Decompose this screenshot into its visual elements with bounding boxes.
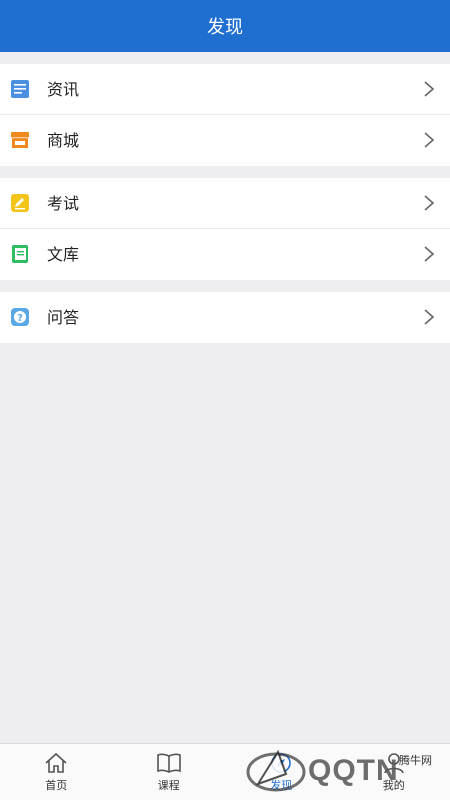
tab-label: 发现: [270, 779, 293, 792]
menu-group-2: 考试 文库: [0, 178, 450, 280]
chevron-right-icon: [424, 309, 435, 325]
menu-group-3: ? 问答: [0, 292, 450, 343]
user-icon: [383, 753, 404, 774]
menu-item-label: 商城: [47, 131, 80, 150]
chevron-right-icon: [424, 195, 435, 211]
chevron-right-icon: [424, 132, 435, 148]
library-book-icon: [10, 244, 30, 264]
menu-item-exam[interactable]: 考试: [0, 178, 450, 229]
tab-label: 我的: [382, 779, 405, 792]
menu-item-news[interactable]: 资讯: [0, 64, 450, 115]
store-icon: [10, 130, 30, 150]
menu-item-qa[interactable]: ? 问答: [0, 292, 450, 343]
chevron-right-icon: [424, 246, 435, 262]
menu-group-1: 资讯 商城: [0, 64, 450, 166]
tab-home[interactable]: 首页: [0, 744, 113, 800]
bottom-tab-bar: 首页 课程 发现 我的: [0, 743, 450, 800]
tab-courses[interactable]: 课程: [113, 744, 226, 800]
menu-item-label: 资讯: [47, 80, 80, 99]
tab-discover[interactable]: 发现: [225, 744, 338, 800]
home-icon: [45, 752, 67, 773]
exam-pencil-icon: [10, 193, 30, 213]
menu-item-label: 问答: [47, 308, 80, 327]
book-open-icon: [156, 753, 181, 773]
question-icon: ?: [10, 307, 30, 327]
tab-label: 首页: [45, 779, 68, 792]
menu-item-label: 考试: [47, 194, 80, 213]
chevron-right-icon: [424, 81, 435, 97]
header-bar: 发现: [0, 0, 450, 52]
tab-mine[interactable]: 我的: [338, 744, 450, 800]
menu-item-store[interactable]: 商城: [0, 115, 450, 166]
discover-icon: [271, 753, 292, 773]
news-icon: [10, 79, 30, 99]
menu-item-library[interactable]: 文库: [0, 229, 450, 280]
page-title: 发现: [207, 17, 243, 38]
tab-label: 课程: [157, 779, 180, 792]
menu-item-label: 文库: [47, 245, 80, 264]
svg-text:?: ?: [17, 313, 23, 324]
